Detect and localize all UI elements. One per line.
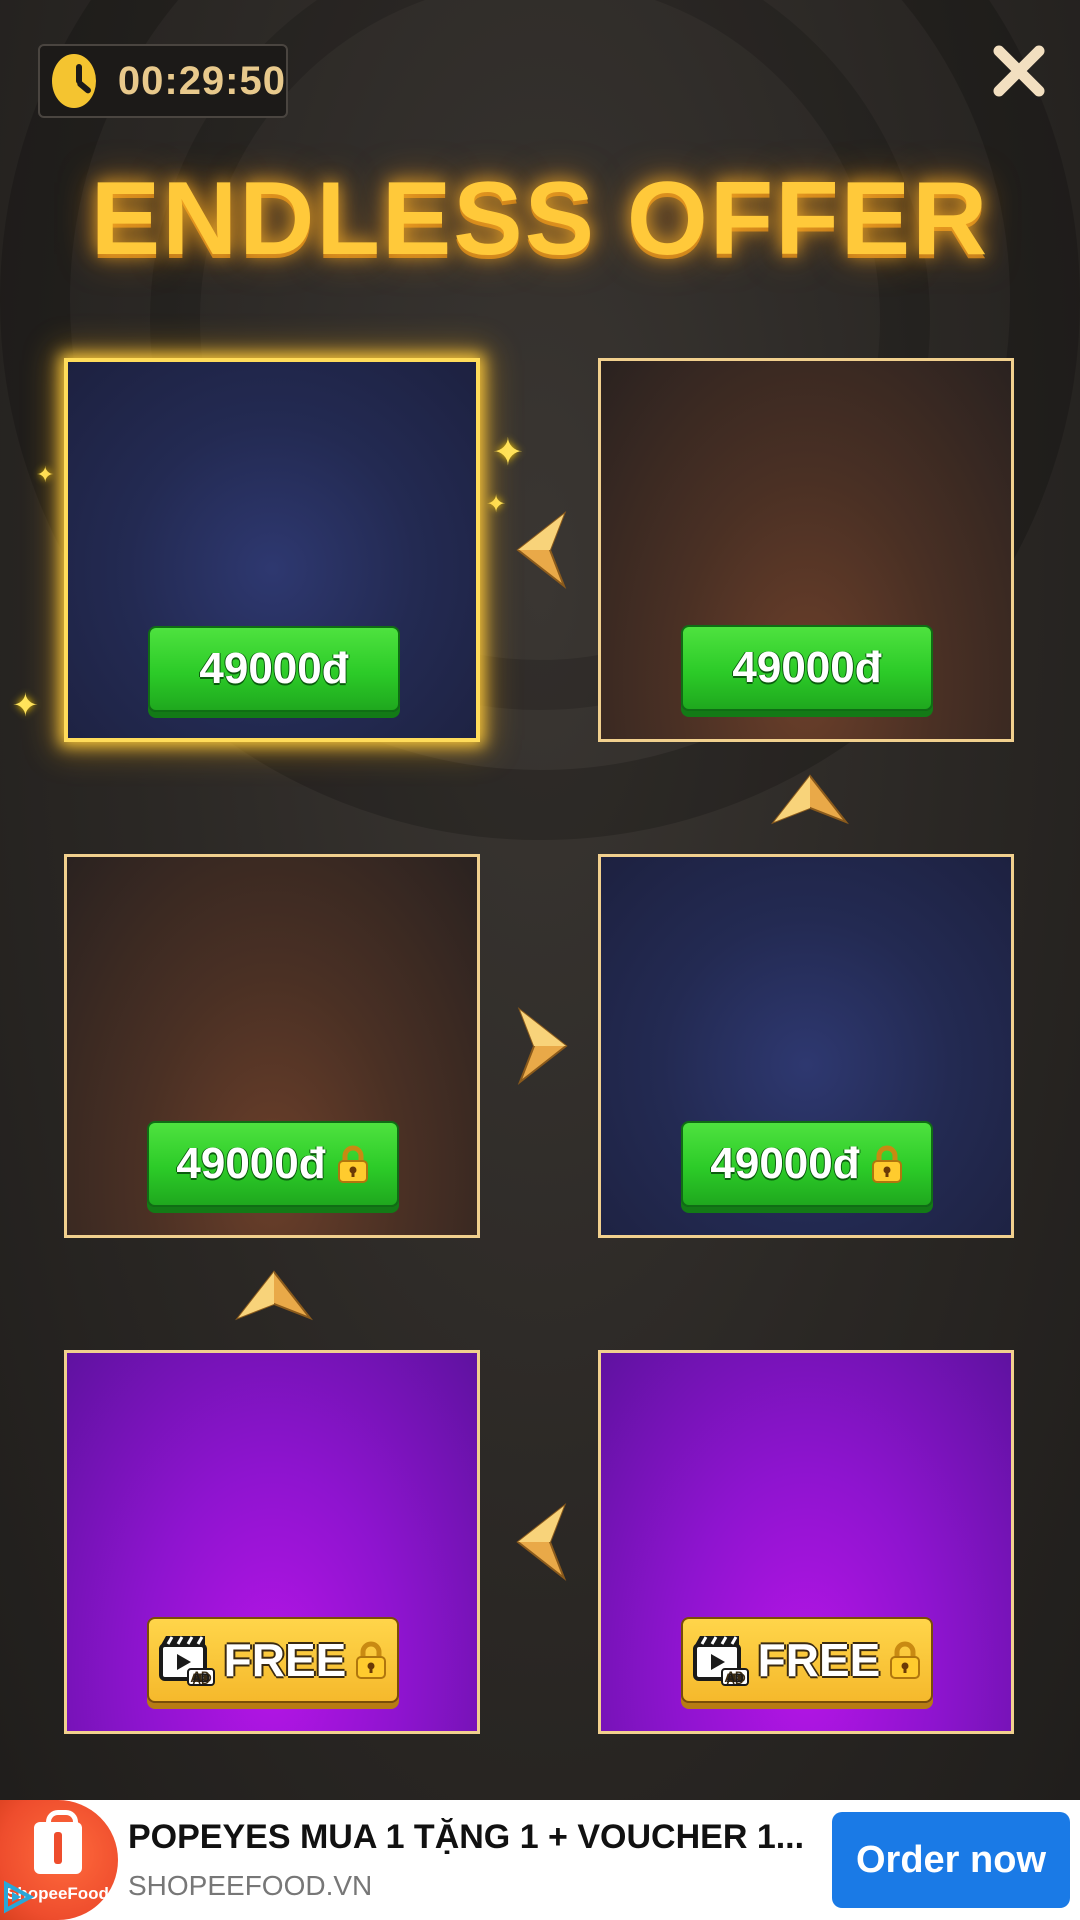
free-label: FREE [757,1634,881,1686]
arrow-right-icon [512,1006,572,1086]
arrow-up-icon [770,770,850,830]
video-ad-icon: AD [158,1636,215,1686]
free-ad-button[interactable]: AD FREE [147,1617,399,1703]
arrow-up-icon [234,1266,314,1326]
sparkle-icon: ✦ [36,462,55,487]
price-label: 49000đ [176,1139,326,1188]
free-ad-button[interactable]: AD FREE [681,1617,933,1703]
price-button[interactable]: 49000đ [681,1121,933,1207]
ad-title: POPEYES MUA 1 TẶNG 1 + VOUCHER 1... [128,1818,805,1856]
offer-card-3[interactable]: 49000đ [64,854,480,1238]
arrow-left-icon [512,510,572,590]
price-button[interactable]: 49000đ [148,626,400,712]
lock-icon [871,1145,902,1183]
sparkle-icon: ✦ [486,491,507,518]
ad-badge: AD [726,1671,744,1685]
offer-card-6[interactable]: AD FREE [598,1350,1014,1734]
timer-text: 00:29:50 [117,58,286,103]
offer-card-2[interactable]: 49000đ [598,358,1014,742]
offer-card-5[interactable]: AD FREE [64,1350,480,1734]
sparkle-icon: ✦ [12,687,39,723]
lock-icon [337,1145,368,1183]
price-label: 49000đ [199,644,349,693]
sparkle-icon: ✦ [492,432,524,474]
free-label: FREE [223,1634,347,1686]
ad-domain: SHOPEEFOOD.VN [128,1870,373,1901]
arrow-left-icon [512,1502,572,1582]
page-title: ENDLESS OFFER [90,161,990,277]
price-button[interactable]: 49000đ [681,625,933,711]
timer-badge: 00:29:50 [38,44,288,118]
ad-badge: AD [192,1671,210,1685]
price-label: 49000đ [710,1139,860,1188]
video-ad-icon: AD [692,1636,749,1686]
shopping-bag-icon [34,1810,82,1874]
ad-banner[interactable]: ShopeeFood POPEYES MUA 1 TẶNG 1 + VOUCHE… [0,1800,1080,1920]
close-button[interactable] [984,36,1054,106]
close-icon [993,45,1045,97]
lock-icon [356,1641,387,1679]
order-now-button[interactable]: Order now [832,1812,1070,1908]
offer-card-1[interactable]: 49000đ [64,358,480,742]
ad-choices-icon[interactable] [0,1880,34,1914]
lock-icon [890,1641,921,1679]
offer-card-4[interactable]: 49000đ [598,854,1014,1238]
price-label: 49000đ [732,643,882,692]
clock-icon [52,54,96,108]
price-button[interactable]: 49000đ [147,1121,399,1207]
